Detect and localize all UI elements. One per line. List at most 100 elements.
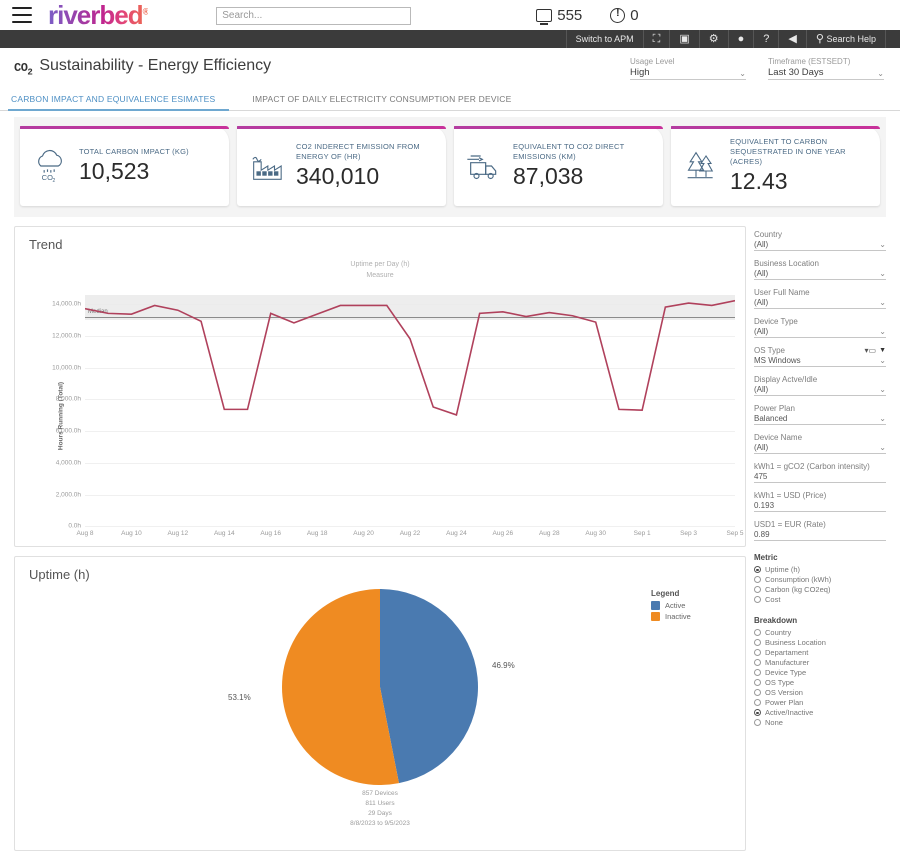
breakdown-option-active-inactive[interactable]: Active/Inactive [754,708,886,717]
breakdown-option-os-version[interactable]: OS Version [754,688,886,697]
kpi-card-direct-emissions[interactable]: EQUIVALENT TO CO2 DIRECT EMISSIONS (KM) … [454,126,663,207]
timeframe-filter[interactable]: Timeframe (ESTSEDT) Last 30 Days ⌄ [768,57,884,80]
tab-carbon-impact[interactable]: CARBON IMPACT AND EQUIVALENCE ESIMATES [8,89,230,111]
kpi-card-carbon-sequestrated[interactable]: EQUIVALENT TO CARBON SEQUESTRATED IN ONE… [671,126,880,207]
filter-country[interactable]: Country (All) ⌄ [754,230,886,252]
numeric-kwh1-gco2-carbon-intensity-[interactable]: kWh1 = gCO2 (Carbon intensity) 475 [754,462,886,484]
filter-rail: Country (All) ⌄ Business Location (All) ⌄ User… [754,226,886,851]
radio-label: Departament [765,648,809,658]
tab-daily-electricity[interactable]: IMPACT OF DAILY ELECTRICITY CONSUMPTION … [249,89,521,110]
trend-x-tick: Aug 12 [167,530,189,538]
legend-label-active: Active [665,601,686,611]
device-count-stat[interactable]: 555 [536,7,582,24]
radio-button[interactable] [754,596,761,604]
numeric-value[interactable]: 475 [754,472,886,484]
pie-slice-active[interactable] [380,589,479,784]
timeframe-select[interactable]: Last 30 Days ⌄ [768,67,884,80]
radio-button[interactable] [754,576,761,584]
radio-button[interactable] [754,699,761,707]
trend-x-tick: Sep 3 [680,530,698,538]
numeric-kwh1-usd-price-[interactable]: kWh1 = USD (Price) 0.193 [754,491,886,513]
filter-value[interactable]: MS Windows ⌄ [754,356,886,368]
radio-button[interactable] [754,659,761,667]
metric-option-uptime-h-[interactable]: Uptime (h) [754,565,886,574]
filter-value[interactable]: (All) ⌄ [754,269,886,281]
filter-value[interactable]: (All) ⌄ [754,298,886,310]
hamburger-menu-icon[interactable] [12,7,32,23]
pie-chart[interactable] [280,587,480,787]
filter-user-full-name[interactable]: User Full Name (All) ⌄ [754,288,886,310]
breakdown-option-departament[interactable]: Departament [754,648,886,657]
alert-count-stat[interactable]: 0 [610,6,639,24]
filter-value[interactable]: Balanced ⌄ [754,414,886,426]
co2-text: CO [14,61,28,75]
filter-value[interactable]: (All) ⌄ [754,443,886,455]
radio-button[interactable] [754,689,761,697]
filter-label-text: Power Plan [754,404,795,414]
radio-label: Carbon (kg CO2eq) [765,585,831,595]
trend-plot[interactable]: Median [85,288,735,528]
breakdown-option-device-type[interactable]: Device Type [754,668,886,677]
trend-x-tick: Aug 8 [76,530,94,538]
breakdown-option-os-type[interactable]: OS Type [754,678,886,687]
numeric-value[interactable]: 0.89 [754,530,886,542]
filter-label: Business Location [754,259,886,268]
kpi-body: TOTAL CARBON IMPACT (KG) 10,523 [79,147,221,185]
megaphone-icon[interactable]: ◀ [778,30,805,48]
help-icon[interactable]: ? [753,30,778,48]
numeric-usd1-eur-rate-[interactable]: USD1 = EUR (Rate) 0.89 [754,520,886,542]
timeframe-value: Last 30 Days [768,67,824,78]
breakdown-option-business-location[interactable]: Business Location [754,638,886,647]
kpi-card-total-carbon-impact[interactable]: CO 2 TOTAL CARBON IMPACT (KG) 10,523 [20,126,229,207]
metric-option-cost[interactable]: Cost [754,595,886,604]
breakdown-option-manufacturer[interactable]: Manufacturer [754,658,886,667]
radio-label: Consumption (kWh) [765,575,832,585]
trend-x-tick: Aug 26 [492,530,514,538]
filter-value[interactable]: (All) ⌄ [754,327,886,339]
metric-option-carbon-kg-co2eq-[interactable]: Carbon (kg CO2eq) [754,585,886,594]
breakdown-option-none[interactable]: None [754,718,886,727]
filter-label-text: Device Name [754,433,803,443]
radio-button[interactable] [754,679,761,687]
search-help-button[interactable]: ⚲ Search Help [805,30,886,48]
radio-button[interactable] [754,586,761,594]
filter-value[interactable]: (All) ⌄ [754,240,886,252]
funnel-icon[interactable]: ▾▭ [864,346,876,355]
filter-display-actve-idle[interactable]: Display Actve/Idle (All) ⌄ [754,375,886,397]
header-filters: Usage Level High ⌄ Timeframe (ESTSEDT) L… [630,57,886,80]
expand-icon[interactable]: ⛶ [642,30,670,48]
usage-level-filter[interactable]: Usage Level High ⌄ [630,57,746,80]
numeric-value[interactable]: 0.193 [754,501,886,513]
chevron-down-icon[interactable]: ▼ [879,347,886,354]
radio-button[interactable] [754,719,761,727]
chevron-down-icon: ⌄ [879,414,886,424]
radio-button[interactable] [754,649,761,657]
filter-device-type[interactable]: Device Type (All) ⌄ [754,317,886,339]
filter-label: Device Type [754,317,886,326]
pie-title: Uptime (h) [29,567,90,583]
switch-to-apm-button[interactable]: Switch to APM [565,30,643,48]
radio-button[interactable] [754,566,761,574]
metric-option-consumption-kwh-[interactable]: Consumption (kWh) [754,575,886,584]
radio-button[interactable] [754,639,761,647]
kpi-card-indirect-emission[interactable]: CO2 INDERECT EMISSION FROM ENERGY OF (HR… [237,126,446,207]
filter-business-location[interactable]: Business Location (All) ⌄ [754,259,886,281]
briefcase-icon[interactable]: ▣ [669,30,698,48]
breakdown-option-power-plan[interactable]: Power Plan [754,698,886,707]
filter-value[interactable]: (All) ⌄ [754,385,886,397]
search-input[interactable] [216,6,412,25]
radio-button[interactable] [754,709,761,717]
usage-level-select[interactable]: High ⌄ [630,67,746,80]
trend-title: Trend [29,237,63,253]
user-icon[interactable]: ● [727,30,754,48]
breakdown-option-country[interactable]: Country [754,628,886,637]
gear-icon[interactable]: ⚙ [698,30,728,48]
filter-device-name[interactable]: Device Name (All) ⌄ [754,433,886,455]
radio-button[interactable] [754,669,761,677]
radio-button[interactable] [754,629,761,637]
filter-power-plan[interactable]: Power Plan Balanced ⌄ [754,404,886,426]
legend-item-inactive[interactable]: Inactive [651,612,731,622]
filter-os-type[interactable]: OS Type ▾▭ ▼ MS Windows ⌄ [754,346,886,368]
usage-level-label: Usage Level [630,57,675,66]
legend-item-active[interactable]: Active [651,601,731,611]
